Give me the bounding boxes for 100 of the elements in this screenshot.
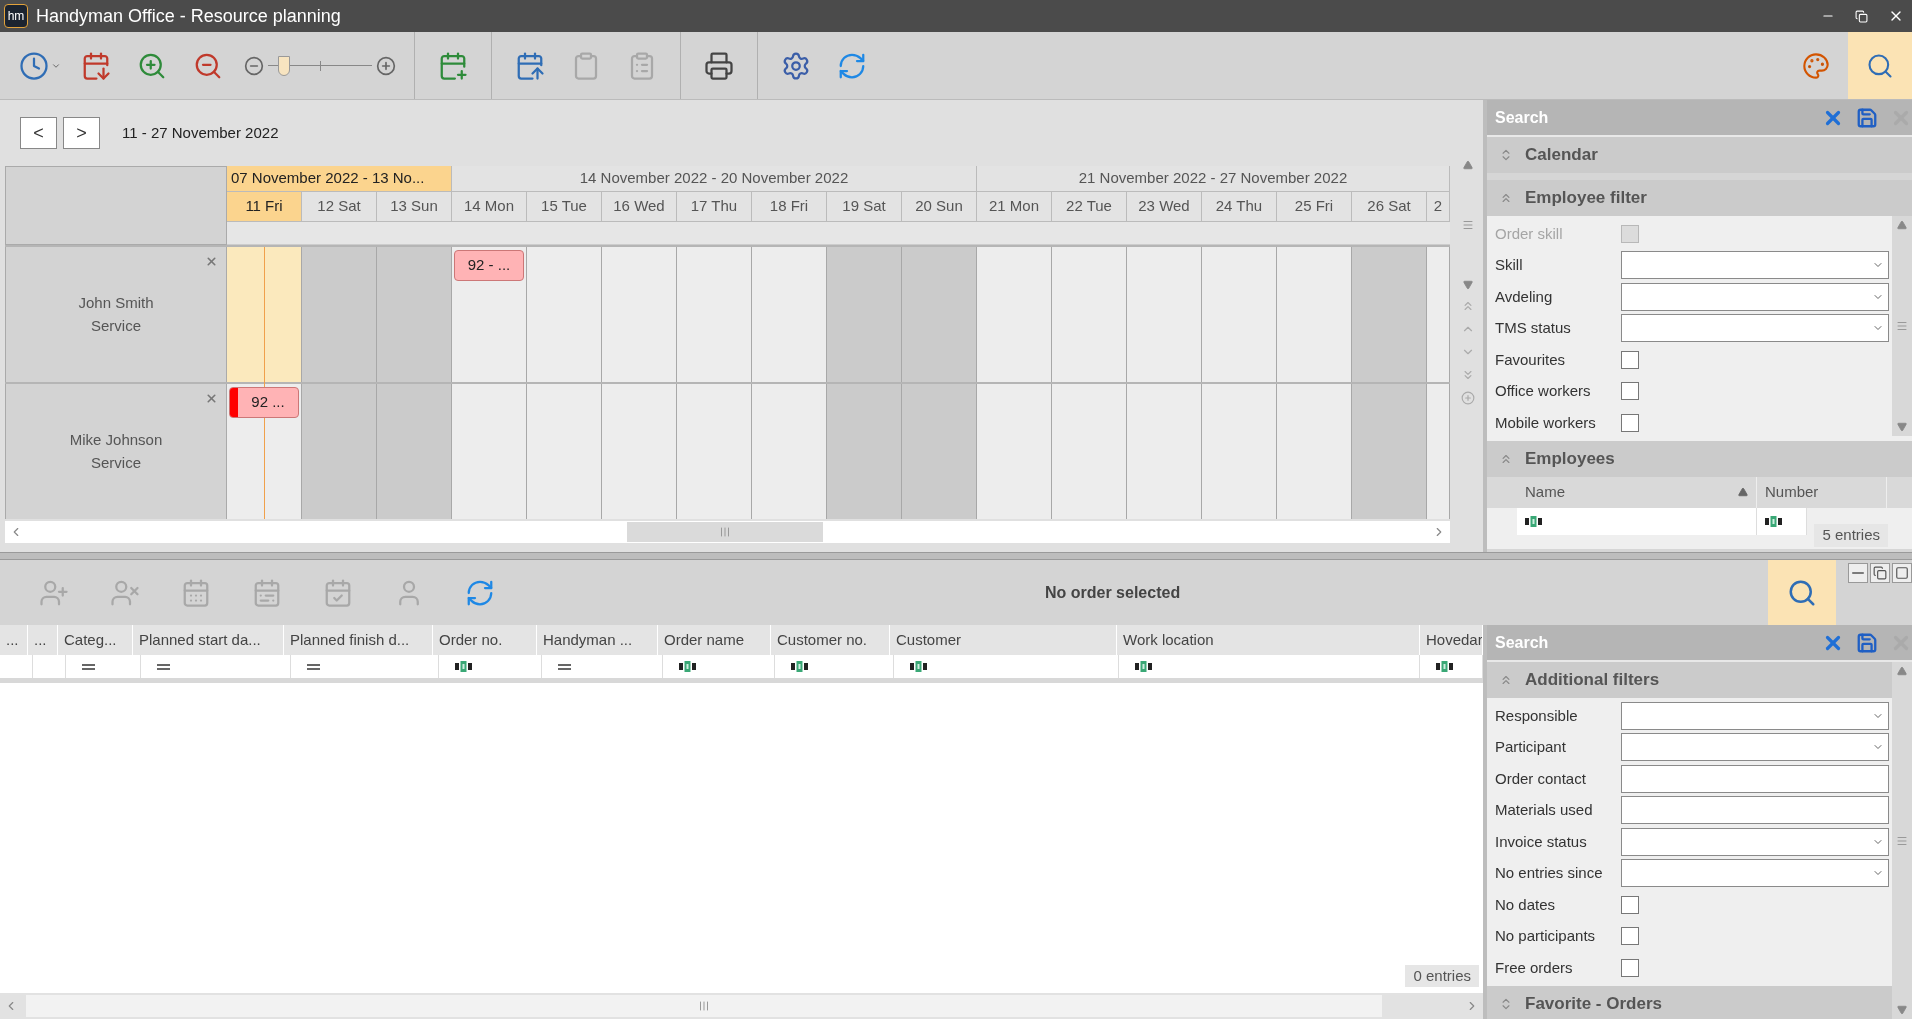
column-header[interactable]: Categ...: [58, 625, 133, 655]
checkbox[interactable]: [1621, 895, 1639, 914]
week-header[interactable]: 07 November 2022 - 13 No...: [227, 166, 452, 192]
appointment[interactable]: 92 - ...: [454, 250, 524, 281]
schedule-cell[interactable]: [377, 247, 452, 382]
zoom-in-icon[interactable]: [376, 55, 396, 76]
schedule-cell[interactable]: [1202, 247, 1277, 382]
day-header[interactable]: 20 Sun: [902, 192, 977, 222]
column-header[interactable]: Planned start da...: [133, 625, 284, 655]
column-header[interactable]: Name: [1517, 476, 1757, 508]
filter-cell[interactable]: [1517, 507, 1757, 535]
appointment[interactable]: 92 ...: [229, 387, 299, 418]
dropdown-field[interactable]: [1621, 701, 1889, 730]
zoom-slider[interactable]: [268, 55, 372, 76]
day-header[interactable]: 15 Tue: [527, 192, 602, 222]
day-header[interactable]: 21 Mon: [977, 192, 1052, 222]
schedule-cell[interactable]: [977, 384, 1052, 519]
day-header[interactable]: 25 Fri: [1277, 192, 1352, 222]
previous-button[interactable]: <: [20, 117, 57, 149]
day-header[interactable]: 2: [1427, 192, 1450, 222]
schedule-cell[interactable]: [902, 247, 977, 382]
scroll-thumb[interactable]: [627, 522, 823, 542]
day-header[interactable]: 16 Wed: [602, 192, 677, 222]
checkbox[interactable]: [1621, 350, 1639, 369]
column-header[interactable]: Work location: [1117, 625, 1420, 655]
schedule-cell[interactable]: [902, 384, 977, 519]
schedule-cell[interactable]: [527, 384, 602, 519]
slider-thumb[interactable]: [277, 55, 290, 76]
horizontal-scrollbar[interactable]: [0, 993, 1483, 1019]
schedule-cell[interactable]: [302, 384, 377, 519]
schedule-cell[interactable]: [602, 384, 677, 519]
toolbar-button[interactable]: [1848, 32, 1912, 99]
scrollbar[interactable]: [1892, 216, 1912, 436]
remove-icon[interactable]: [205, 255, 218, 268]
checkbox[interactable]: [1621, 958, 1639, 977]
section-header[interactable]: Employee filter: [1487, 180, 1912, 216]
schedule-cell[interactable]: 92 ...: [227, 384, 302, 519]
dropdown-field[interactable]: [1621, 733, 1889, 762]
schedule-cell[interactable]: [602, 247, 677, 382]
remove-icon[interactable]: [205, 392, 218, 405]
schedule-cell[interactable]: [452, 384, 527, 519]
day-header[interactable]: 18 Fri: [752, 192, 827, 222]
schedule-cell[interactable]: [827, 247, 902, 382]
day-header[interactable]: 22 Tue: [1052, 192, 1127, 222]
day-header[interactable]: 17 Thu: [677, 192, 752, 222]
column-header[interactable]: Planned finish d...: [284, 625, 433, 655]
resource-header[interactable]: Mike Johnson Service: [5, 384, 227, 519]
day-header[interactable]: 13 Sun: [377, 192, 452, 222]
column-header[interactable]: ...: [28, 625, 58, 655]
schedule-cell[interactable]: [752, 247, 827, 382]
restore-icon[interactable]: [1855, 9, 1868, 23]
schedule-cell[interactable]: [827, 384, 902, 519]
column-header[interactable]: Customer: [890, 625, 1117, 655]
input-field[interactable]: [1621, 764, 1889, 793]
day-header[interactable]: 24 Thu: [1202, 192, 1277, 222]
save-icon[interactable]: [1856, 631, 1878, 654]
schedule-cell[interactable]: [1352, 247, 1427, 382]
schedule-cell[interactable]: [1052, 384, 1127, 519]
schedule-cell[interactable]: [1277, 247, 1352, 382]
day-header[interactable]: 19 Sat: [827, 192, 902, 222]
schedule-cell[interactable]: [377, 384, 452, 519]
column-header[interactable]: Customer no.: [771, 625, 890, 655]
dropdown-field[interactable]: [1621, 314, 1889, 343]
schedule-cell[interactable]: [1427, 384, 1450, 519]
schedule-cell[interactable]: [677, 384, 752, 519]
minimize-icon[interactable]: [1848, 563, 1868, 583]
search-button[interactable]: [1768, 560, 1836, 625]
schedule-cell[interactable]: 92 - ...: [452, 247, 527, 382]
resource-header[interactable]: John Smith Service: [5, 247, 227, 382]
column-header[interactable]: Order name: [658, 625, 771, 655]
section-header[interactable]: Favorite - Orders: [1487, 985, 1892, 1019]
column-header[interactable]: ...: [0, 625, 28, 655]
save-icon[interactable]: [1856, 106, 1878, 129]
column-header[interactable]: Order no.: [433, 625, 537, 655]
restore-icon[interactable]: [1870, 563, 1890, 583]
day-header[interactable]: 12 Sat: [302, 192, 377, 222]
section-header[interactable]: Additional filters: [1487, 662, 1892, 698]
section-header[interactable]: Employees: [1487, 440, 1912, 477]
column-header[interactable]: Number: [1757, 476, 1887, 508]
schedule-cell[interactable]: [1127, 384, 1202, 519]
week-header[interactable]: 21 November 2022 - 27 November 2022: [977, 166, 1450, 192]
splitter[interactable]: [1483, 100, 1487, 552]
section-header[interactable]: Calendar: [1487, 137, 1912, 173]
schedule-cell[interactable]: [227, 247, 302, 382]
schedule-cell[interactable]: [1277, 384, 1352, 519]
dropdown-field[interactable]: [1621, 827, 1889, 856]
schedule-cell[interactable]: [1352, 384, 1427, 519]
dropdown-field[interactable]: [1621, 282, 1889, 311]
schedule-cell[interactable]: [752, 384, 827, 519]
next-button[interactable]: >: [63, 117, 100, 149]
checkbox[interactable]: [1621, 382, 1639, 401]
maximize-icon[interactable]: [1892, 563, 1912, 583]
day-header[interactable]: 14 Mon: [452, 192, 527, 222]
dropdown-field[interactable]: [1621, 251, 1889, 280]
schedule-cell[interactable]: [1427, 247, 1450, 382]
column-header[interactable]: Handyman ...: [537, 625, 658, 655]
scroll-thumb[interactable]: [26, 995, 1382, 1017]
zoom-out-icon[interactable]: [244, 55, 264, 76]
dropdown-field[interactable]: [1621, 859, 1889, 888]
checkbox[interactable]: [1621, 927, 1639, 946]
